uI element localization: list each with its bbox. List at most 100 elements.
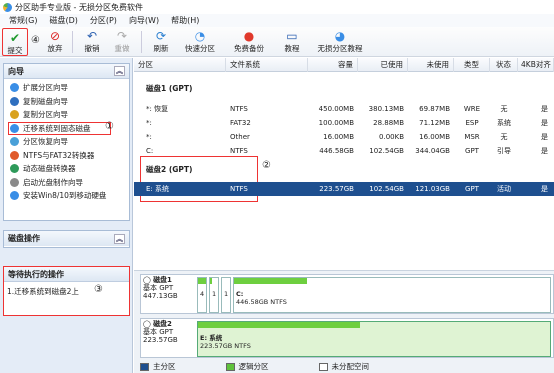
menu-help[interactable]: 帮助(H) xyxy=(165,15,205,26)
cell-status: 引导 xyxy=(497,147,511,155)
table-row-selected[interactable]: E: 系统 NTFS 223.57GB 102.54GB 121.03GB GP… xyxy=(134,182,554,196)
wizard-item-migrate-os[interactable]: 迁移系统到固态磁盘 xyxy=(8,121,111,135)
wizard-item-label: 迁移系统到固态磁盘 xyxy=(23,123,91,133)
wizard-item-ntfs-fat32[interactable]: NTFS与FAT32转换器 xyxy=(4,149,129,163)
disk1-size: 447.13GB xyxy=(143,292,178,300)
disk2-name: 磁盘2 xyxy=(153,320,172,328)
tutorial-label: 教程 xyxy=(284,44,300,53)
wizard-item-win-to-go[interactable]: 安装Win8/10到移动硬盘 xyxy=(4,189,129,203)
collapse-icon[interactable]: ︽ xyxy=(114,233,125,244)
cell-partition: E: 系统 xyxy=(146,185,170,193)
tutorial-button[interactable]: ▭ 教程 xyxy=(274,27,310,57)
menu-general[interactable]: 常规(G) xyxy=(3,15,43,26)
undo-icon: ↶ xyxy=(86,29,97,43)
cell-filesystem: FAT32 xyxy=(230,119,251,127)
wizard-item-boot-cd[interactable]: 启动光盘制作向导 xyxy=(4,176,129,190)
redo-button[interactable]: ↷ 重做 xyxy=(107,27,137,57)
cell-capacity: 446.58GB xyxy=(319,147,354,155)
used-fill xyxy=(198,278,206,284)
partition-tutorial-icon: ◕ xyxy=(334,29,346,43)
wizard-item-extend[interactable]: 扩展分区向导 xyxy=(4,81,129,95)
legend-logical-label: 逻辑分区 xyxy=(238,362,269,371)
refresh-button[interactable]: ⟳ 刷新 xyxy=(146,27,176,57)
cell-type: GPT xyxy=(465,185,479,193)
disk-ops-header: 磁盘操作 ︽ xyxy=(4,231,129,246)
wizard-item-label: 安装Win8/10到移动硬盘 xyxy=(23,191,107,201)
disk1-small-partition[interactable]: 1 xyxy=(209,277,219,313)
cell-type: GPT xyxy=(465,147,479,155)
col-partition[interactable]: 分区 xyxy=(134,58,226,72)
col-filesystem[interactable]: 文件系统 xyxy=(226,58,308,72)
partition-label-group: C: 446.58GB NTFS xyxy=(236,290,287,306)
col-4k-align[interactable]: 4KB对齐 xyxy=(518,58,554,72)
legend-logical: 逻辑分区 xyxy=(225,361,269,372)
wizard-item-recovery[interactable]: 分区恢复向导 xyxy=(4,135,129,149)
menu-partition[interactable]: 分区(P) xyxy=(84,15,123,26)
cell-filesystem: NTFS xyxy=(230,185,248,193)
disk2-type: 基本 GPT xyxy=(143,328,174,336)
converter-icon xyxy=(10,150,19,160)
disk1-small-partition[interactable]: 4 xyxy=(197,277,207,313)
legend-primary-label: 主分区 xyxy=(153,362,176,371)
menu-wizard[interactable]: 向导(W) xyxy=(123,15,165,26)
undo-button[interactable]: ↶ 撤销 xyxy=(77,27,107,57)
undo-label: 撤销 xyxy=(84,44,100,53)
monitor-icon: ▭ xyxy=(286,29,298,43)
wizard-title: 向导 xyxy=(8,66,24,76)
cell-capacity: 16.00MB xyxy=(323,133,354,141)
table-row[interactable]: *: 恢复 NTFS 450.00MB 380.13MB 69.87MB WRE… xyxy=(134,102,554,116)
quick-partition-button[interactable]: ◔ 快速分区 xyxy=(176,27,224,57)
used-fill xyxy=(234,278,307,284)
collapse-icon[interactable]: ︽ xyxy=(114,66,125,76)
cell-unused: 71.12MB xyxy=(419,119,450,127)
col-status[interactable]: 状态 xyxy=(490,58,518,72)
wizard-item-copy-partition[interactable]: 复制分区向导 xyxy=(4,108,129,122)
legend-unallocated: 未分配空间 xyxy=(318,361,369,372)
dynamic-disk-icon xyxy=(10,164,19,174)
table-row[interactable]: *: Other 16.00MB 0.00KB 16.00MB MSR 无 是 xyxy=(134,130,554,144)
disk1-map[interactable]: ◯ 磁盘1 基本 GPT 447.13GB 4 1 1 C: 446.58GB … xyxy=(140,274,554,314)
pending-ops-section: 等待执行的操作 1.迁移系统到磁盘2上 xyxy=(3,266,130,316)
lossless-tutorial-button[interactable]: ◕ 无损分区教程 xyxy=(310,27,370,57)
submit-label: 提交 xyxy=(7,46,23,55)
boot-cd-icon xyxy=(10,177,19,187)
menu-disk[interactable]: 磁盘(D) xyxy=(43,15,83,26)
wizard-item-label: 复制分区向导 xyxy=(23,110,68,120)
pending-op-item: 1.迁移系统到磁盘2上 xyxy=(7,287,79,296)
wizard-item-dynamic-disk[interactable]: 动态磁盘转换器 xyxy=(4,162,129,176)
disk1-small-partition[interactable]: 1 xyxy=(221,277,231,313)
col-used[interactable]: 已使用 xyxy=(358,58,408,72)
disk2-map[interactable]: ◯ 磁盘2 基本 GPT 223.57GB E: 系统 223.57GB NTF… xyxy=(140,318,554,358)
col-unused[interactable]: 未使用 xyxy=(408,58,454,72)
toolbar-divider xyxy=(140,31,142,53)
discard-button[interactable]: ⊘ 放弃 xyxy=(42,27,68,57)
wizard-item-copy-disk[interactable]: 复制磁盘向导 xyxy=(4,95,129,109)
disk-map: ◯ 磁盘1 基本 GPT 447.13GB 4 1 1 C: 446.58GB … xyxy=(134,270,554,373)
refresh-icon: ⟳ xyxy=(155,29,166,43)
logical-swatch-icon xyxy=(225,362,235,371)
checkmark-icon: ✔ xyxy=(9,31,21,45)
disk2-e-partition[interactable]: E: 系统 223.57GB NTFS xyxy=(197,321,551,357)
partition-label-group: E: 系统 223.57GB NTFS xyxy=(200,334,251,350)
copy-partition-icon xyxy=(10,110,19,120)
lossless-tutorial-label: 无损分区教程 xyxy=(317,44,363,53)
free-backup-button[interactable]: ● 免费备份 xyxy=(224,27,274,57)
cell-unused: 121.03GB xyxy=(415,185,450,193)
cell-used: 102.54GB xyxy=(369,185,404,193)
cell-status: 无 xyxy=(500,105,508,113)
table-row[interactable]: *: FAT32 100.00MB 28.88MB 71.12MB ESP 系统… xyxy=(134,116,554,130)
col-capacity[interactable]: 容量 xyxy=(308,58,358,72)
window-title: 分区助手专业版 - 无损分区免费软件 xyxy=(15,2,143,12)
disk-ops-section: 磁盘操作 ︽ xyxy=(3,230,130,248)
disk1-c-partition[interactable]: C: 446.58GB NTFS xyxy=(233,277,551,313)
submit-button[interactable]: ✔ 提交 xyxy=(2,28,28,56)
e-drive-info: 223.57GB NTFS xyxy=(200,342,251,350)
recovery-icon xyxy=(10,137,19,147)
cell-used: 28.88MB xyxy=(373,119,404,127)
disk1-info: ◯ 磁盘1 基本 GPT 447.13GB xyxy=(143,276,191,300)
cell-partition: *: 恢复 xyxy=(146,105,169,113)
col-type[interactable]: 类型 xyxy=(454,58,490,72)
cell-filesystem: NTFS xyxy=(230,105,248,113)
cell-type: MSR xyxy=(464,133,480,141)
partition-label: 1 xyxy=(212,290,217,298)
